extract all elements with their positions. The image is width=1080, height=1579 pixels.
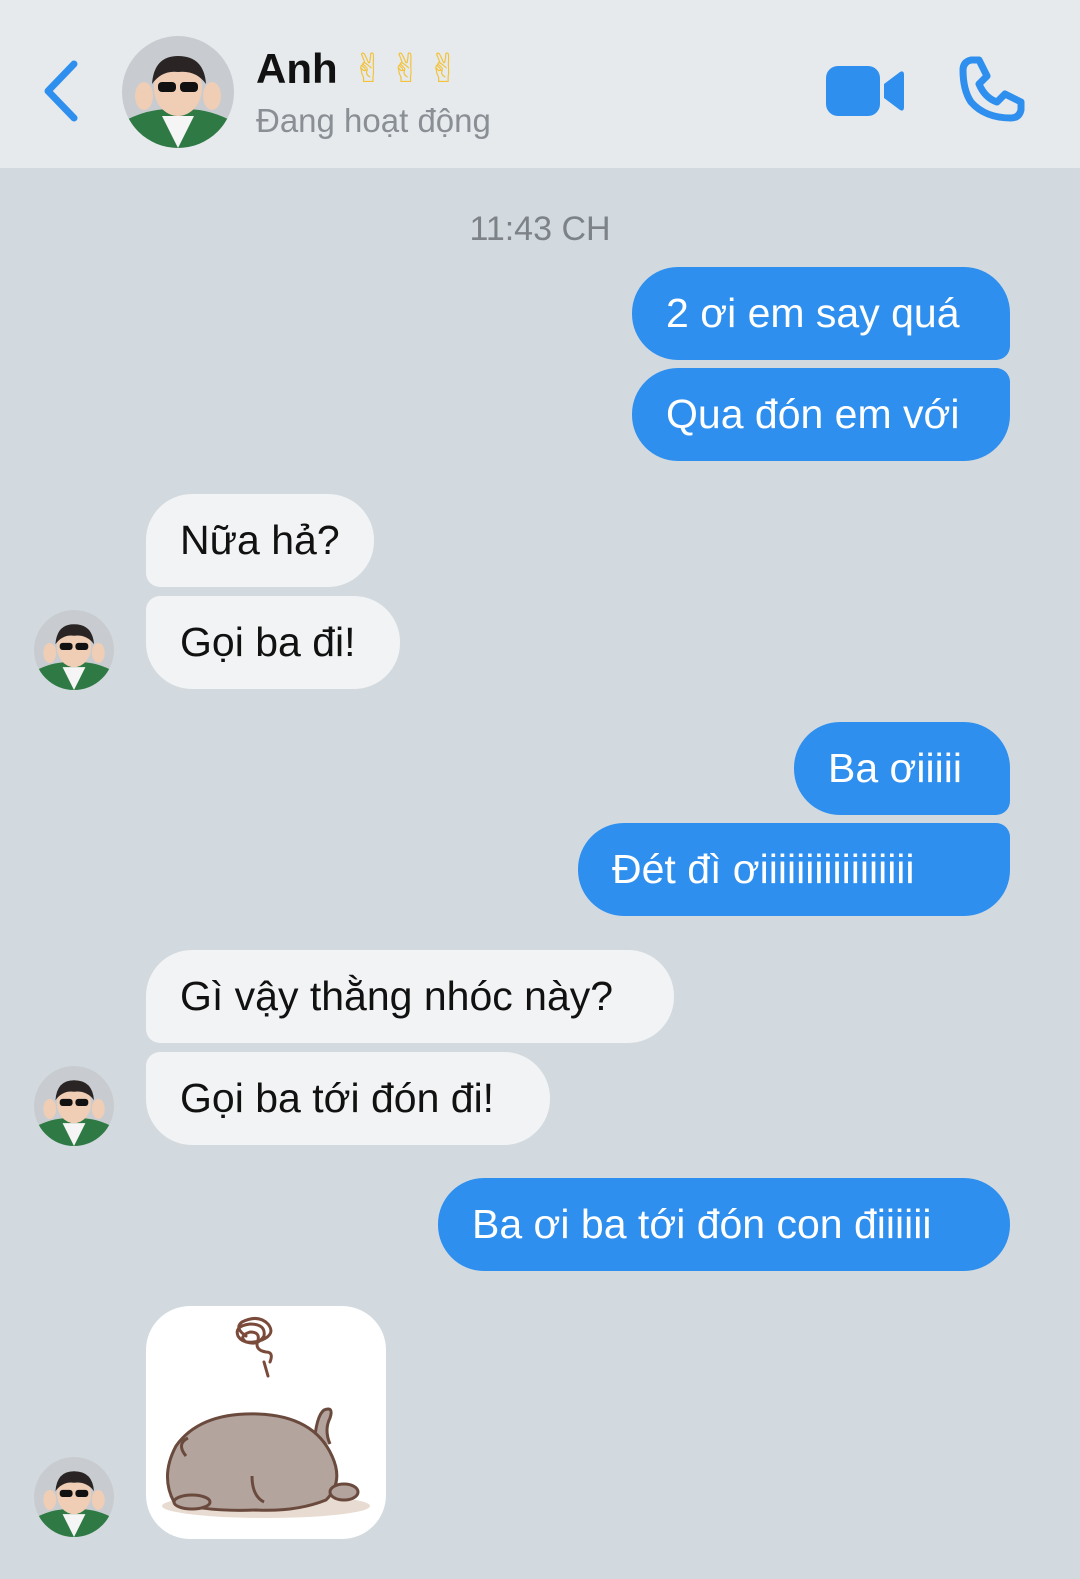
contact-name[interactable]: Anh xyxy=(256,45,338,93)
voice-call-button[interactable] xyxy=(955,56,1025,126)
chevron-left-icon xyxy=(44,60,78,122)
chat-header: Anh ✌✌✌ Đang hoạt động xyxy=(0,0,1080,168)
sleeping-cat-sticker xyxy=(162,1317,370,1518)
contact-avatar-small[interactable] xyxy=(34,1457,114,1537)
active-status: Đang hoạt động xyxy=(256,102,491,139)
back-button[interactable] xyxy=(38,56,88,126)
contact-avatar-small[interactable] xyxy=(34,1066,114,1146)
outgoing-message[interactable]: Đét đì ơiiiiiiiiiiiiiiiii xyxy=(578,823,1010,916)
incoming-message[interactable]: Nữa hả? xyxy=(146,494,374,587)
outgoing-message[interactable]: Ba ơi ba tới đón con điiiiii xyxy=(438,1178,1010,1271)
sticker-message[interactable] xyxy=(146,1306,386,1539)
phone-icon xyxy=(959,56,1025,122)
outgoing-message[interactable]: 2 ơi em say quá xyxy=(632,267,1010,360)
outgoing-message[interactable]: Ba ơiiiii xyxy=(794,722,1010,815)
video-call-button[interactable] xyxy=(826,62,906,120)
incoming-message[interactable]: Gọi ba tới đón đi! xyxy=(146,1052,550,1145)
outgoing-message[interactable]: Qua đón em với xyxy=(632,368,1010,461)
incoming-message[interactable]: Gì vậy thằng nhóc này? xyxy=(146,950,674,1043)
message-timestamp: 11:43 CH xyxy=(469,210,611,248)
contact-avatar[interactable] xyxy=(122,36,234,148)
incoming-message[interactable]: Gọi ba đi! xyxy=(146,596,400,689)
video-camera-icon xyxy=(826,66,904,116)
contact-avatar-small[interactable] xyxy=(34,610,114,690)
victory-hand-emojis: ✌✌✌ xyxy=(351,46,465,92)
